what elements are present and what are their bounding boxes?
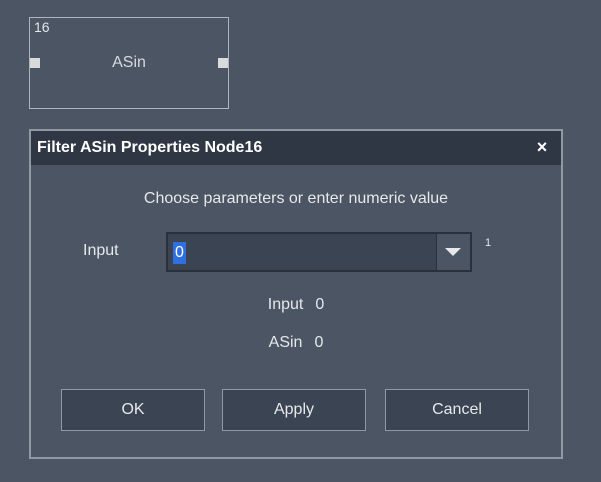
input-superscript: 1 [485, 237, 492, 249]
info-value: 0 [314, 334, 324, 351]
info-row-asin: ASin 0 [31, 334, 561, 352]
apply-button[interactable]: Apply [222, 389, 366, 431]
node-label: ASin [112, 54, 146, 71]
node-id: 16 [34, 19, 50, 35]
info-key: Input [267, 296, 304, 313]
info-value: 0 [315, 296, 325, 313]
dropdown-button[interactable] [436, 234, 470, 270]
input-value[interactable]: 0 [173, 242, 186, 264]
input-combobox[interactable]: 0 [166, 232, 472, 272]
properties-dialog: Filter ASin Properties Node16 × Choose p… [29, 129, 563, 459]
chevron-down-icon [445, 248, 461, 256]
cancel-button[interactable]: Cancel [385, 389, 529, 431]
dialog-titlebar[interactable]: Filter ASin Properties Node16 × [31, 131, 561, 165]
dialog-title: Filter ASin Properties Node16 [37, 139, 263, 156]
output-port[interactable] [218, 58, 228, 68]
info-row-input: Input 0 [31, 296, 561, 314]
input-label: Input [83, 242, 119, 259]
instruction-text: Choose parameters or enter numeric value [143, 190, 449, 207]
close-icon[interactable]: × [533, 137, 551, 157]
info-key: ASin [268, 334, 303, 351]
workspace-canvas[interactable]: 16 ASin Filter ASin Properties Node16 × … [0, 0, 601, 482]
ok-button[interactable]: OK [61, 389, 205, 431]
asin-node[interactable]: 16 ASin [29, 17, 229, 109]
